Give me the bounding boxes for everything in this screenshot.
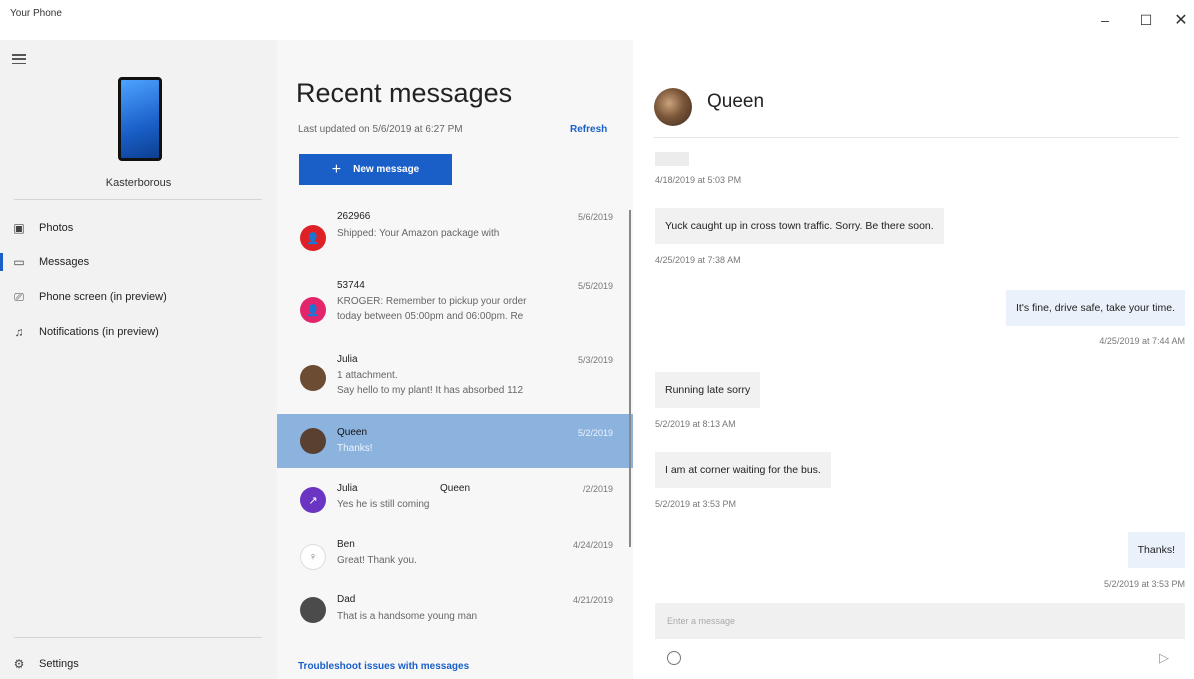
troubleshoot-link[interactable]: Troubleshoot issues with messages xyxy=(298,661,469,672)
bell-icon: ♫ xyxy=(14,325,24,339)
conversation-name: Queen xyxy=(337,427,368,438)
list-scrollbar[interactable] xyxy=(629,210,631,547)
conversation-preview: KROGER: Remember to pickup your order xyxy=(337,296,527,307)
conversation-date: /2/2019 xyxy=(582,484,613,494)
device-name: Kasterborous xyxy=(105,177,172,189)
conversation-preview: Great! Thank you. xyxy=(337,555,417,566)
photos-icon: ▣ xyxy=(13,221,25,235)
message-timestamp: 4/18/2019 at 5:03 PM xyxy=(655,175,742,185)
message-timestamp: 5/2/2019 at 3:53 PM xyxy=(655,499,737,509)
avatar: 👤 xyxy=(300,225,326,251)
conversation-name: Julia xyxy=(337,354,358,365)
conversation-name: 262966 xyxy=(337,211,371,222)
avatar xyxy=(300,428,326,454)
avatar xyxy=(300,365,326,391)
contact-avatar xyxy=(654,88,692,126)
conversation-date: 4/21/2019 xyxy=(572,595,613,605)
message-timestamp: 5/2/2019 at 8:13 AM xyxy=(655,419,736,429)
sidebar-item-label: Notifications (in preview) xyxy=(39,326,159,338)
page-title: Recent messages xyxy=(296,78,513,108)
conversation-preview: today between 05:00pm and 06:00pm. Re xyxy=(337,311,524,322)
conversation-preview: That is a handsome young man xyxy=(337,611,478,622)
window-title: Your Phone xyxy=(10,8,62,19)
avatar: ♀ xyxy=(300,544,326,570)
phone-screen-icon: ⎚ xyxy=(14,289,24,304)
gear-icon: ⚙ xyxy=(13,657,25,671)
header-divider xyxy=(654,137,1179,138)
send-icon[interactable]: ▷ xyxy=(1159,650,1169,666)
conversation-preview: Yes he is still coming xyxy=(337,499,430,510)
conversation-name: 53744 xyxy=(337,280,365,291)
incoming-message: I am at corner waiting for the bus. xyxy=(655,452,831,488)
conversation-item[interactable]: 👤 53744 5/5/2019 KROGER: Remember to pic… xyxy=(277,273,633,339)
conversation-date: 5/3/2019 xyxy=(577,355,613,365)
conversation-item[interactable]: ↗ Julia Queen /2/2019 Yes he is still co… xyxy=(277,476,633,528)
conversation-item-selected[interactable]: Queen 5/2/2019 Thanks! xyxy=(277,414,633,468)
avatar: 👤 xyxy=(300,297,326,323)
conversation-date: 5/6/2019 xyxy=(577,212,613,222)
phone-device-icon xyxy=(118,77,162,161)
sidebar-divider xyxy=(14,637,262,638)
conversation-preview: Thanks! xyxy=(337,443,373,454)
incoming-message: Yuck caught up in cross town traffic. So… xyxy=(655,208,944,244)
minimize-button[interactable]: – xyxy=(1090,8,1120,32)
emoji-icon[interactable] xyxy=(667,651,681,665)
conversation-date: 5/2/2019 xyxy=(577,428,613,438)
hamburger-menu-icon[interactable] xyxy=(12,54,26,64)
conversation-name: Julia xyxy=(337,483,358,494)
plus-icon: + xyxy=(331,160,342,178)
last-updated-text: Last updated on 5/6/2019 at 6:27 PM xyxy=(298,124,463,135)
sidebar-item-messages[interactable]: ▭ Messages xyxy=(0,247,277,277)
conversation-item[interactable]: 👤 262966 5/6/2019 Shipped: Your Amazon p… xyxy=(277,202,633,258)
new-message-label: New message xyxy=(353,164,420,175)
contact-name: Queen xyxy=(707,91,765,112)
sidebar-item-settings[interactable]: ⚙ Settings xyxy=(0,649,277,679)
close-button[interactable]: ✕ xyxy=(1166,8,1194,32)
conversation-date: 5/5/2019 xyxy=(577,281,613,291)
new-message-button[interactable]: + New message xyxy=(299,154,452,185)
sidebar-item-photos[interactable]: ▣ Photos xyxy=(0,213,277,243)
conversation-name: Ben xyxy=(337,539,355,550)
title-bar: Your Phone – ☐ ✕ xyxy=(0,0,1194,40)
sidebar-item-notifications[interactable]: ♫ Notifications (in preview) xyxy=(0,317,277,347)
avatar: ↗ xyxy=(300,487,326,513)
sidebar-item-phone-screen[interactable]: ⎚ Phone screen (in preview) xyxy=(0,282,277,312)
refresh-link[interactable]: Refresh xyxy=(570,124,607,135)
messages-list-panel: Recent messages Last updated on 5/6/2019… xyxy=(277,40,633,679)
image-placeholder xyxy=(655,152,689,166)
messages-icon: ▭ xyxy=(13,255,25,269)
conversation-preview: 1 attachment. xyxy=(337,370,398,381)
message-timestamp: 4/25/2019 at 7:44 AM xyxy=(1099,336,1185,346)
message-timestamp: 5/2/2019 at 3:53 PM xyxy=(1103,579,1185,589)
conversation-item[interactable]: Julia 5/3/2019 1 attachment. Say hello t… xyxy=(277,347,633,413)
outgoing-message: It's fine, drive safe, take your time. xyxy=(1006,290,1185,326)
outgoing-message: Thanks! xyxy=(1127,532,1185,568)
sidebar: Kasterborous ▣ Photos ▭ Messages ⎚ Phone… xyxy=(0,40,277,679)
sidebar-item-label: Messages xyxy=(39,256,90,268)
conversation-date: 4/24/2019 xyxy=(572,540,613,550)
conversation-name: Dad xyxy=(337,594,356,605)
conversation-item[interactable]: ♀ Ben 4/24/2019 Great! Thank you. xyxy=(277,531,633,583)
sidebar-divider xyxy=(14,199,262,200)
sidebar-item-label: Photos xyxy=(39,222,74,234)
incoming-message: Running late sorry xyxy=(655,372,761,408)
conversation-participant: Queen xyxy=(440,483,471,494)
conversation-preview: Say hello to my plant! It has absorbed 1… xyxy=(337,385,524,396)
conversation-item[interactable]: Dad 4/21/2019 That is a handsome young m… xyxy=(277,587,633,639)
message-input[interactable]: Enter a message xyxy=(655,603,1185,639)
conversation-preview: Shipped: Your Amazon package with xyxy=(337,228,500,239)
conversation-panel: Queen 4/18/2019 at 5:03 PM Yuck caught u… xyxy=(633,40,1194,679)
avatar xyxy=(300,597,326,623)
maximize-button[interactable]: ☐ xyxy=(1131,8,1161,32)
message-timestamp: 4/25/2019 at 7:38 AM xyxy=(655,255,741,265)
sidebar-item-label: Phone screen (in preview) xyxy=(39,291,167,303)
sidebar-item-label: Settings xyxy=(39,658,79,670)
